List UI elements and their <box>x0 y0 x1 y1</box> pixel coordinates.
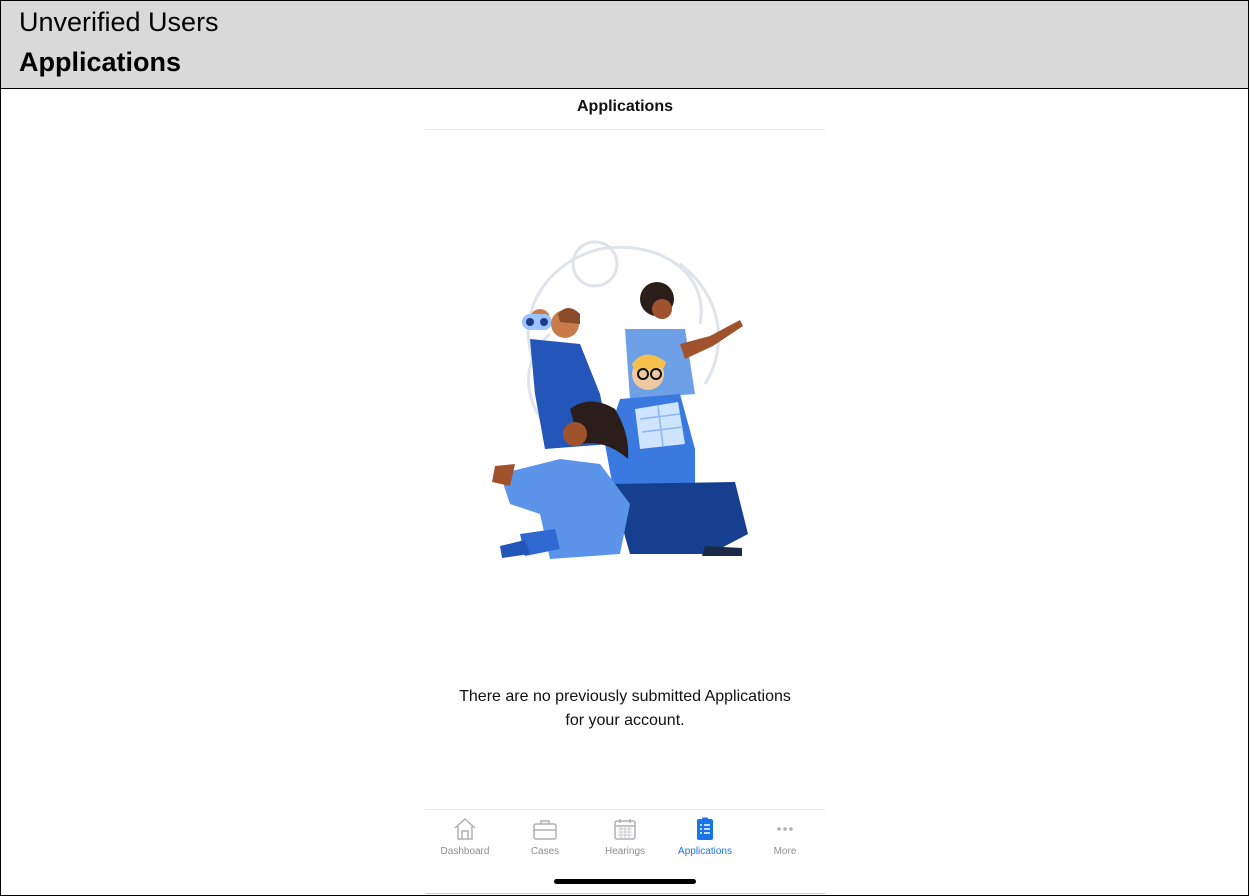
screen-bottom-divider <box>425 893 825 894</box>
empty-message-line2: for your account. <box>565 712 685 729</box>
tab-cases[interactable]: Cases <box>505 816 585 866</box>
tab-label-hearings: Hearings <box>604 846 646 857</box>
tab-label-applications: Applications <box>678 846 732 857</box>
tab-label-more: More <box>773 846 797 857</box>
house-icon <box>454 817 476 840</box>
tab-label-cases: Cases <box>530 846 560 857</box>
home-indicator[interactable] <box>554 879 696 884</box>
calendar-icon <box>614 819 636 840</box>
phone-screen: Applications There are no previously sub… <box>425 89 825 895</box>
clipboard-icon <box>697 817 713 840</box>
briefcase-icon <box>533 820 557 840</box>
empty-state-message: There are no previously submitted Applic… <box>425 685 825 733</box>
tab-applications[interactable]: Applications <box>665 816 745 866</box>
tab-more[interactable]: More <box>745 816 825 866</box>
document-title: Applications <box>19 47 182 77</box>
empty-state-illustration <box>492 240 748 559</box>
document-header: Unverified Users Applications <box>1 1 1248 89</box>
tab-label-dashboard: Dashboard <box>440 846 490 857</box>
screen-title: Applications <box>576 98 673 115</box>
ellipsis-icon <box>777 827 793 831</box>
tab-hearings[interactable]: Hearings <box>585 816 665 866</box>
navigation-bar: Applications <box>425 89 825 130</box>
tab-dashboard[interactable]: Dashboard <box>425 816 505 866</box>
empty-message-line1: There are no previously submitted Applic… <box>459 688 791 705</box>
document-subtitle: Unverified Users <box>19 7 219 37</box>
